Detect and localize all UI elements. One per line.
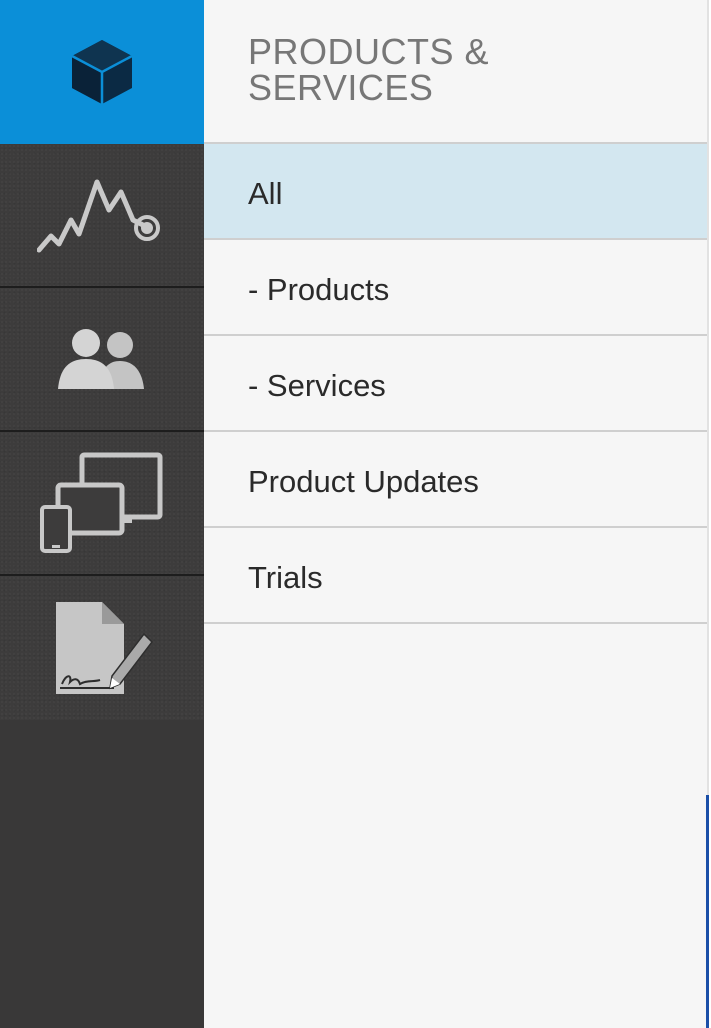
category-list: All - Products - Services Product Update… (204, 144, 709, 624)
page-title: PRODUCTS & SERVICES (248, 31, 490, 108)
rail-empty-area (0, 720, 204, 1028)
activity-chart-icon (37, 170, 167, 260)
list-item-services[interactable]: - Services (204, 336, 709, 432)
app-window: PRODUCTS & SERVICES All - Products - Ser… (0, 0, 711, 1028)
users-icon (56, 327, 148, 391)
devices-icon (40, 451, 164, 555)
contract-signature-icon (50, 598, 154, 698)
panel-header: PRODUCTS & SERVICES (204, 0, 709, 144)
rail-item-devices[interactable] (0, 432, 204, 576)
list-item-product-updates[interactable]: Product Updates (204, 432, 709, 528)
scrollbar-edge[interactable] (706, 795, 709, 1028)
list-item-products[interactable]: - Products (204, 240, 709, 336)
cube-icon (66, 36, 138, 108)
rail-item-contracts[interactable] (0, 576, 204, 720)
products-services-panel: PRODUCTS & SERVICES All - Products - Ser… (204, 0, 709, 1028)
rail-item-products[interactable] (0, 0, 204, 144)
list-item-all[interactable]: All (204, 144, 709, 240)
rail-item-activity[interactable] (0, 144, 204, 288)
list-item-trials[interactable]: Trials (204, 528, 709, 624)
rail-item-people[interactable] (0, 288, 204, 432)
icon-rail (0, 0, 204, 1028)
